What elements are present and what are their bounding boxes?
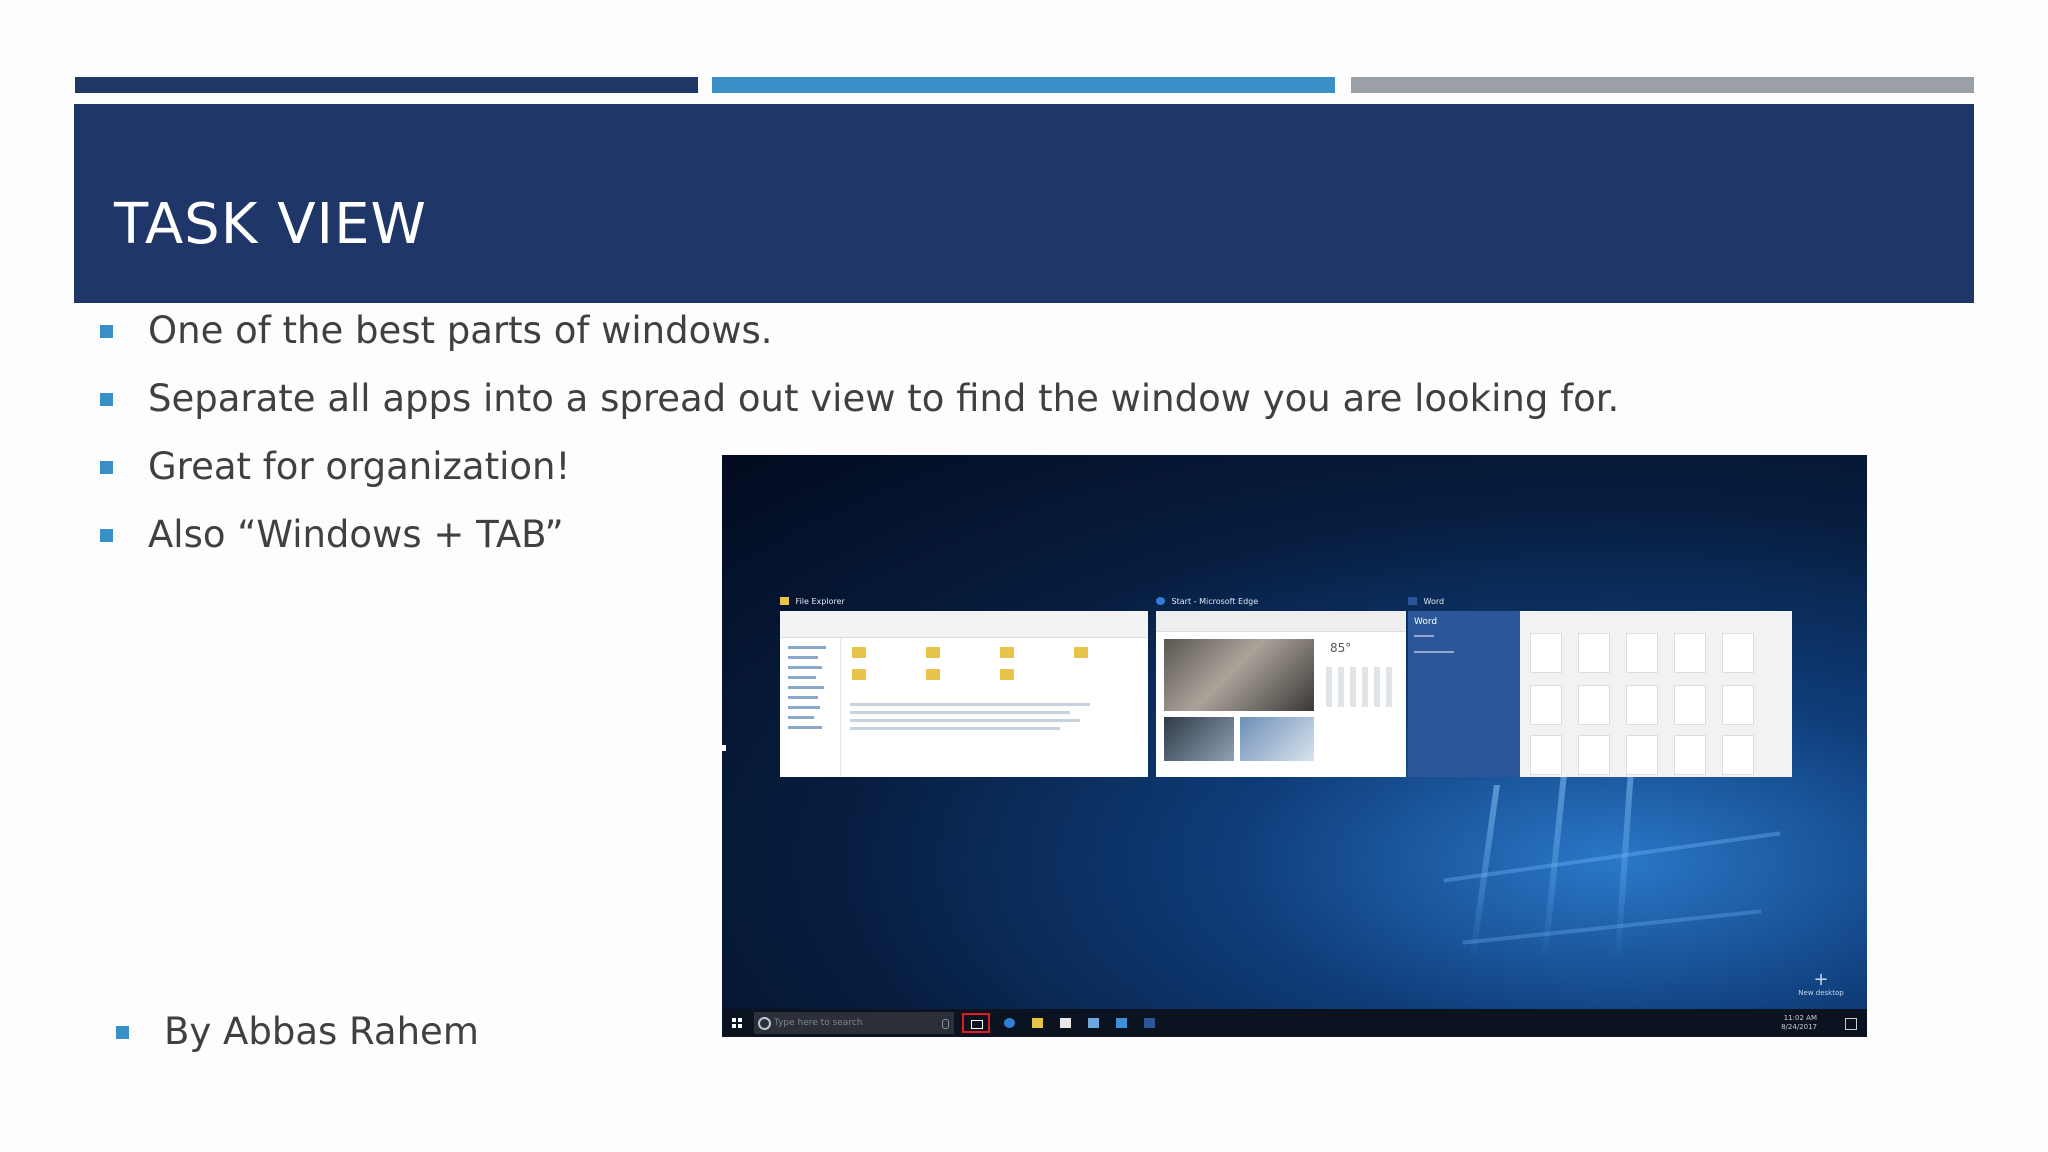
taskbar-search-box[interactable]: Type here to search <box>754 1012 954 1034</box>
window-content <box>780 611 1148 777</box>
bullet-marker-icon <box>100 529 113 542</box>
store-icon[interactable] <box>1060 1018 1071 1028</box>
template-thumbnail <box>1530 685 1562 725</box>
explorer-ribbon <box>780 611 1148 638</box>
author-name: By Abbas Rahem <box>164 1010 479 1053</box>
template-thumbnail <box>1722 735 1754 775</box>
slide-title: TASK VIEW <box>114 192 427 257</box>
template-thumbnail <box>1722 685 1754 725</box>
template-thumbnail <box>1722 633 1754 673</box>
bullet-marker-icon <box>116 1026 129 1039</box>
task-view-screenshot: File Explorer Start - Microsoft Edge 85°… <box>722 455 1867 1037</box>
window-content: 85° <box>1156 611 1406 777</box>
cortana-icon <box>758 1017 771 1030</box>
folder-icon <box>1000 669 1014 680</box>
bullet-text: Also “Windows + TAB” <box>148 513 564 556</box>
light-beam <box>1542 765 1568 955</box>
word-icon <box>1408 597 1417 605</box>
task-view-icon <box>971 1020 983 1029</box>
search-placeholder: Type here to search <box>774 1018 863 1028</box>
folder-icon <box>1074 647 1088 658</box>
bullet-marker-icon <box>100 461 113 474</box>
browser-toolbar <box>1156 611 1406 632</box>
template-thumbnail <box>1626 735 1658 775</box>
light-beam <box>1462 909 1762 945</box>
light-beam <box>1443 831 1781 883</box>
news-photo <box>1240 717 1314 761</box>
new-desktop-button[interactable]: + New desktop <box>1791 971 1851 998</box>
edge-icon[interactable] <box>1004 1018 1015 1028</box>
folder-icon <box>926 669 940 680</box>
word-start-pane: Word <box>1408 611 1520 777</box>
news-photo <box>1164 717 1234 761</box>
template-thumbnail <box>1530 735 1562 775</box>
window-caption: Start - Microsoft Edge <box>1156 595 1258 609</box>
weather-forecast <box>1326 667 1396 707</box>
template-thumbnail <box>1674 685 1706 725</box>
window-thumbnail-file-explorer[interactable]: File Explorer <box>780 595 1148 777</box>
folder-icon <box>1000 647 1014 658</box>
window-caption-text: Word <box>1423 597 1445 606</box>
window-thumbnail-edge[interactable]: Start - Microsoft Edge 85° <box>1156 595 1406 777</box>
windows-start-icon[interactable] <box>732 1018 742 1028</box>
template-thumbnail <box>1530 633 1562 673</box>
template-thumbnail <box>1674 735 1706 775</box>
folder-icon <box>852 669 866 680</box>
window-caption: File Explorer <box>780 595 845 609</box>
accent-bar-dark <box>75 77 698 93</box>
template-thumbnail <box>1578 735 1610 775</box>
explorer-nav-pane <box>780 638 841 777</box>
window-content: Word <box>1408 611 1792 777</box>
photos-icon[interactable] <box>1116 1018 1127 1028</box>
folder-icon <box>926 647 940 658</box>
file-explorer-icon[interactable] <box>1032 1018 1043 1028</box>
edge-icon <box>1156 597 1165 605</box>
title-band: TASK VIEW <box>74 104 1974 303</box>
clock-date: 8/24/2017 <box>1781 1023 1817 1031</box>
accent-bar-blue <box>712 77 1335 93</box>
task-view-button[interactable] <box>962 1013 990 1033</box>
template-thumbnail <box>1674 633 1706 673</box>
weather-temperature: 85° <box>1330 641 1352 655</box>
template-thumbnail <box>1626 633 1658 673</box>
template-thumbnail <box>1626 685 1658 725</box>
folder-icon <box>852 647 866 658</box>
bullet-marker-icon <box>100 393 113 406</box>
template-thumbnail <box>1578 633 1610 673</box>
word-template-gallery <box>1520 611 1792 777</box>
template-thumbnail <box>1578 685 1610 725</box>
bullet-text: Separate all apps into a spread out view… <box>148 377 1620 420</box>
taskbar: Type here to search 11:02 AM 8/24/2017 <box>722 1009 1867 1037</box>
taskbar-clock[interactable]: 11:02 AM 8/24/2017 <box>1781 1014 1817 1032</box>
bullet-marker-icon <box>100 325 113 338</box>
network-icon[interactable] <box>1088 1018 1099 1028</box>
bullet-text: Great for organization! <box>148 445 571 488</box>
window-caption: Word <box>1408 595 1444 609</box>
accent-bar-gray <box>1351 77 1974 93</box>
clock-time: 11:02 AM <box>1783 1014 1817 1022</box>
folder-icon <box>780 597 789 605</box>
window-caption-text: Start - Microsoft Edge <box>1171 597 1259 606</box>
plus-icon: + <box>1813 969 1829 990</box>
news-photo <box>1164 639 1314 711</box>
new-desktop-label: New desktop <box>1798 989 1844 997</box>
word-icon[interactable] <box>1144 1018 1155 1028</box>
notification-icon[interactable] <box>1845 1018 1857 1030</box>
bullet-text: One of the best parts of windows. <box>148 309 773 352</box>
window-caption-text: File Explorer <box>795 597 845 606</box>
light-beam <box>1470 785 1500 955</box>
window-thumbnail-word[interactable]: Word Word <box>1408 595 1792 777</box>
mouse-cursor-icon <box>722 745 726 751</box>
word-app-name: Word <box>1414 617 1438 627</box>
microphone-icon[interactable] <box>942 1019 949 1029</box>
